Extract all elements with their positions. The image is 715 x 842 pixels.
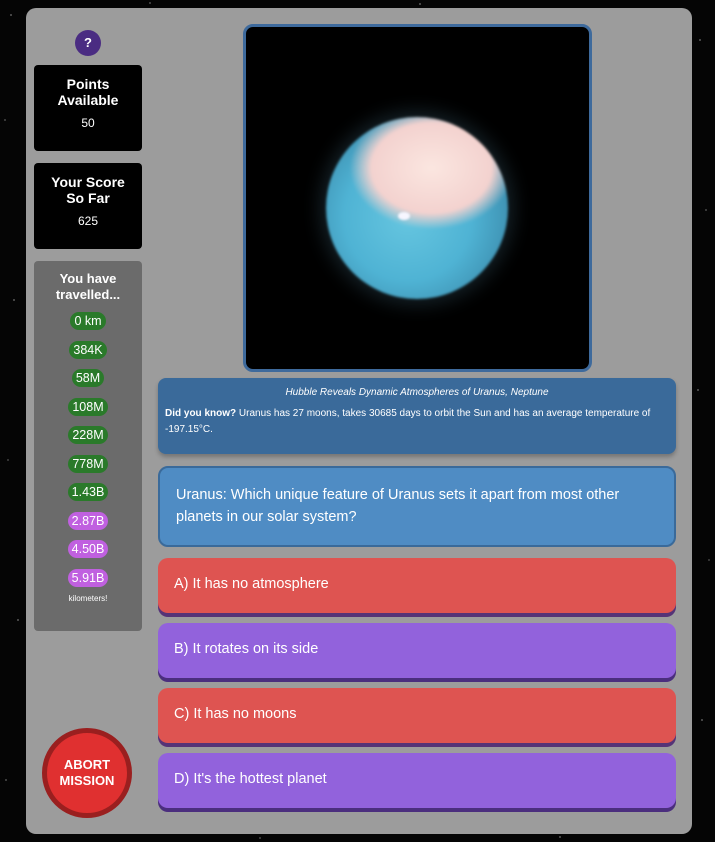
question-text: Uranus: Which unique feature of Uranus s… — [158, 466, 676, 547]
image-caption-title: Hubble Reveals Dynamic Atmospheres of Ur… — [285, 387, 549, 398]
points-title-line2: Available — [57, 92, 119, 108]
abort-label-line2: MISSION — [59, 773, 115, 788]
distance-badge: 384K — [69, 340, 107, 359]
points-title-line1: Points — [66, 76, 110, 92]
points-available-box: Points Available 50 — [34, 65, 142, 151]
uranus-planet-image — [326, 117, 508, 299]
distance-badge: 2.87B — [67, 511, 109, 530]
did-you-know-text: Uranus has 27 moons, takes 30685 days to… — [165, 408, 651, 435]
score-box: Your Score So Far 625 — [34, 163, 142, 249]
help-button[interactable]: ? — [75, 30, 101, 56]
distance-list: 0 km 384K 58M 108M 228M 778M 1.43B 2.87B… — [34, 312, 142, 587]
distance-badge: 5.91B — [67, 568, 109, 587]
abort-mission-button[interactable]: ABORT MISSION — [42, 728, 132, 818]
planet-storm-spot — [398, 212, 410, 220]
abort-label-line1: ABORT — [63, 757, 111, 772]
score-title-line1: Your Score — [51, 174, 125, 190]
score-value: 625 — [77, 214, 99, 228]
did-you-know-fact: Did you know? Uranus has 27 moons, takes… — [165, 406, 669, 438]
distance-travelled-box: You have travelled... 0 km 384K 58M 108M… — [34, 261, 142, 631]
distance-badge: 0 km — [70, 312, 106, 330]
distance-badge: 4.50B — [67, 540, 109, 558]
answer-option-d[interactable]: D) It's the hottest planet — [158, 753, 676, 808]
distance-badge: 58M — [71, 369, 105, 387]
distance-badge: 778M — [68, 454, 108, 473]
points-value: 50 — [81, 116, 95, 130]
game-panel: ? Points Available 50 Your Score So Far … — [26, 8, 692, 834]
travel-title-line2: travelled... — [55, 287, 121, 302]
image-caption-box: Hubble Reveals Dynamic Atmospheres of Ur… — [158, 378, 676, 454]
travel-title-line1: You have — [59, 271, 117, 286]
distance-badge: 108M — [68, 397, 108, 416]
score-title-line2: So Far — [66, 190, 110, 206]
distance-badge: 1.43B — [67, 483, 109, 501]
answer-option-c[interactable]: C) It has no moons — [158, 688, 676, 743]
distance-unit-label: kilometers! — [68, 594, 108, 603]
answer-option-b[interactable]: B) It rotates on its side — [158, 623, 676, 678]
distance-badge: 228M — [68, 426, 108, 444]
planet-image — [243, 24, 592, 372]
did-you-know-label: Did you know? — [165, 408, 237, 419]
answer-option-a[interactable]: A) It has no atmosphere — [158, 558, 676, 613]
